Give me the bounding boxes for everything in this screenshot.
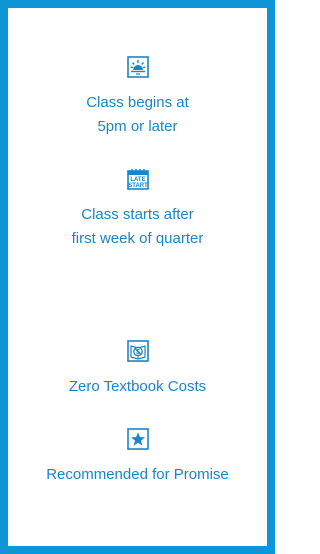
- legend-line-2: 5pm or later: [97, 118, 178, 135]
- legend-item-promise: Recommended for Promise: [8, 428, 267, 487]
- legend-line-1: Class starts after: [81, 206, 194, 223]
- late-start-icon-label-2: START: [128, 183, 148, 189]
- legend-panel: Class begins at 5pm or later LATE START …: [8, 8, 267, 546]
- legend-item-late-start: LATE START Class starts after first week…: [8, 168, 267, 251]
- legend-line-1: Class begins at: [86, 94, 189, 111]
- sunset-icon: [126, 56, 149, 78]
- zero-textbook-cost-icon: $: [126, 340, 149, 362]
- legend-line-2: first week of quarter: [71, 230, 204, 247]
- legend-line-1: Recommended for Promise: [46, 466, 229, 483]
- star-icon: [126, 428, 149, 450]
- legend-item-ztc: $ Zero Textbook Costs: [8, 340, 267, 399]
- legend-frame: Class begins at 5pm or later LATE START …: [0, 0, 275, 554]
- late-start-calendar-icon: LATE START: [126, 168, 149, 190]
- legend-item-evening: Class begins at 5pm or later: [8, 56, 267, 139]
- legend-line-1: Zero Textbook Costs: [68, 378, 207, 395]
